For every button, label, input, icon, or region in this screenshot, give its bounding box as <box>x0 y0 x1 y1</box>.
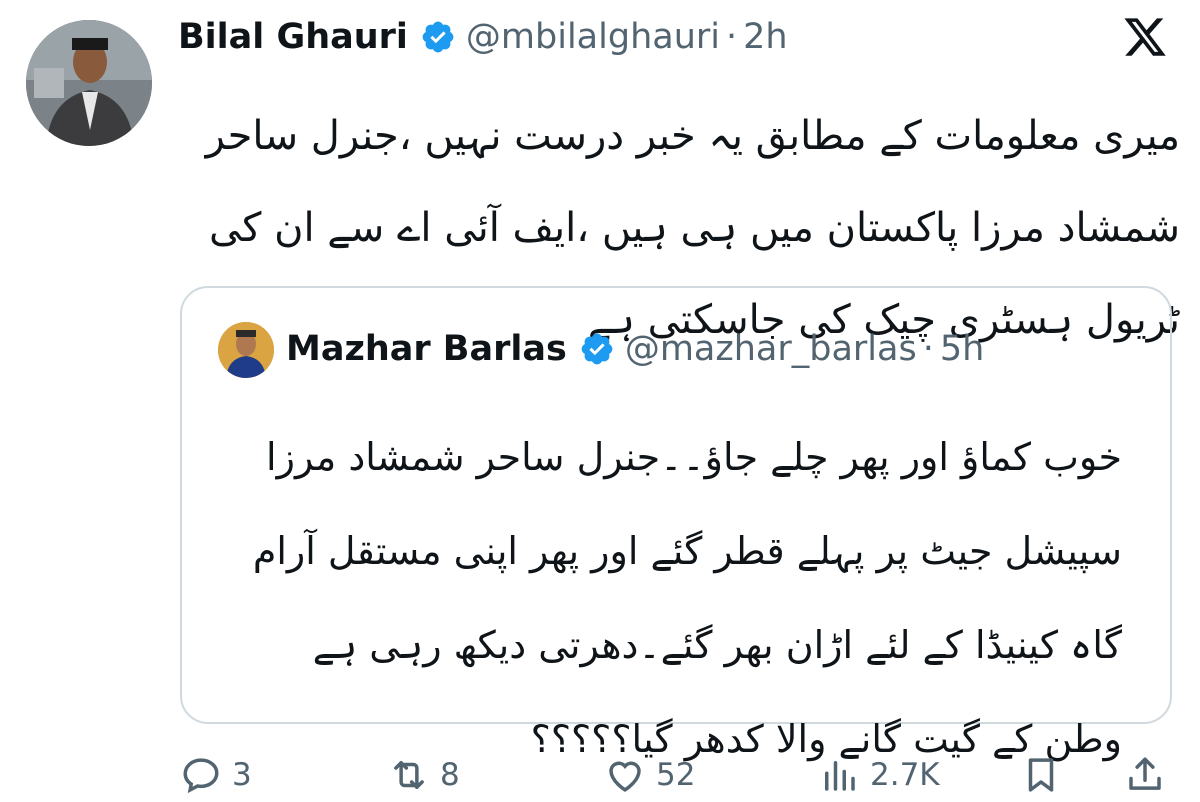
author-avatar[interactable] <box>26 20 152 146</box>
tweet-timestamp[interactable]: 2h <box>743 17 787 57</box>
bookmark-icon <box>1028 758 1054 792</box>
repost-count: 8 <box>440 757 460 793</box>
quoted-author-name[interactable]: Mazhar Barlas <box>286 329 567 369</box>
views-button[interactable]: 2.7K <box>818 754 940 796</box>
separator-dot: · <box>922 329 934 369</box>
share-icon <box>1129 757 1161 790</box>
author-handle[interactable]: @mbilalghauri <box>466 17 720 57</box>
reply-button[interactable]: 3 <box>180 754 252 796</box>
views-icon <box>825 761 855 791</box>
quoted-avatar-image <box>218 322 274 378</box>
quoted-tweet-text: خوب کماؤ اور پھر چلے جاؤ۔۔جنرل ساحر شمشا… <box>252 435 1122 761</box>
action-bar: 3 8 52 2.7K <box>0 742 1200 802</box>
verified-icon <box>581 333 613 365</box>
tweet-header: Bilal Ghauri @mbilalghauri · 2h <box>178 12 788 62</box>
quoted-tweet-timestamp[interactable]: 5h <box>940 329 984 369</box>
author-avatar-image <box>26 20 152 146</box>
quoted-tweet[interactable]: Mazhar Barlas @mazhar_barlas · 5h خوب کم… <box>180 286 1172 761</box>
repost-icon <box>394 761 424 789</box>
like-icon <box>609 761 641 792</box>
like-count: 52 <box>656 757 696 793</box>
like-button[interactable]: 52 <box>604 754 695 796</box>
quoted-author-avatar[interactable] <box>218 322 274 378</box>
share-button[interactable] <box>1124 754 1166 796</box>
verified-icon <box>422 21 454 53</box>
quoted-author-handle[interactable]: @mazhar_barlas <box>625 329 917 369</box>
quoted-tweet-header: Mazhar Barlas @mazhar_barlas · 5h <box>286 324 984 374</box>
x-logo-icon[interactable] <box>1122 14 1168 60</box>
reply-count: 3 <box>232 757 252 793</box>
views-count: 2.7K <box>870 757 940 793</box>
separator-dot: · <box>726 17 738 57</box>
reply-icon <box>183 758 219 794</box>
repost-button[interactable]: 8 <box>388 754 460 796</box>
author-name[interactable]: Bilal Ghauri <box>178 17 408 57</box>
bookmark-button[interactable] <box>1020 754 1062 796</box>
